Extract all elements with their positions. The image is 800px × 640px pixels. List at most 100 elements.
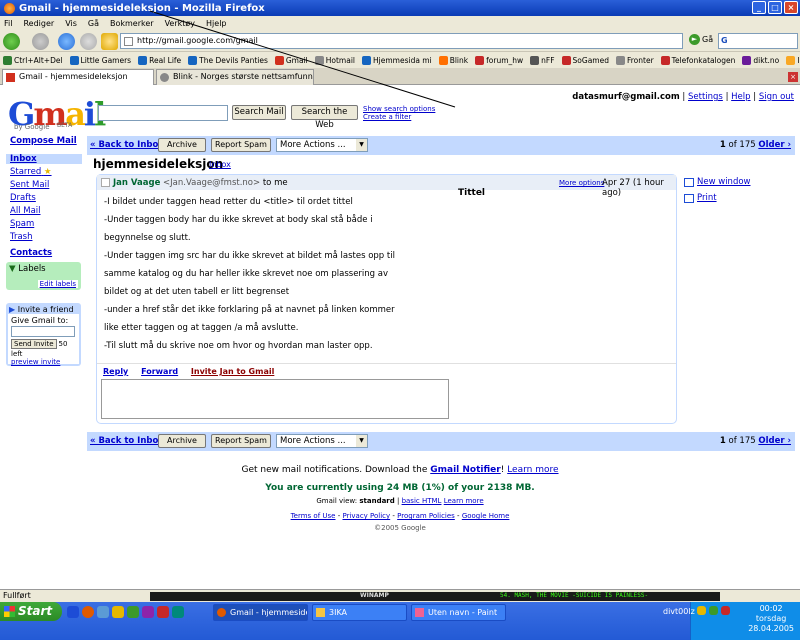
bookmark-item[interactable]: Fronter xyxy=(615,55,654,65)
sign-out-link[interactable]: Sign out xyxy=(759,92,794,102)
tray-icon[interactable] xyxy=(709,606,718,615)
bookmark-item[interactable]: Real Life xyxy=(138,55,181,65)
bookmark-item[interactable]: dikt.no xyxy=(742,55,779,65)
search-engine-box[interactable]: G xyxy=(718,33,798,49)
search-web-button[interactable]: Search the Web xyxy=(291,105,358,130)
new-window-link[interactable]: New window xyxy=(697,177,751,187)
show-search-options-link[interactable]: Show search options xyxy=(363,105,435,113)
help-link[interactable]: Help xyxy=(731,92,750,102)
report-spam-button[interactable]: Report Spam xyxy=(211,138,271,152)
more-actions-select[interactable]: More Actions ... ▼ xyxy=(276,138,368,152)
star-toggle-icon[interactable] xyxy=(101,178,110,187)
program-policies-link[interactable]: Program Policies xyxy=(397,512,455,520)
labels-header[interactable]: ▼ Labels xyxy=(6,262,81,276)
tray-icon[interactable] xyxy=(721,606,730,615)
menu-bookmarks[interactable]: Bokmerker xyxy=(110,19,154,28)
more-actions-select[interactable]: More Actions ... ▼ xyxy=(276,434,368,448)
sidebar-item-all-mail[interactable]: All Mail xyxy=(10,206,82,216)
bookmark-item[interactable]: Gmail xyxy=(274,55,308,65)
tray-icon[interactable] xyxy=(697,606,706,615)
archive-button[interactable]: Archive xyxy=(158,434,206,448)
report-spam-button[interactable]: Report Spam xyxy=(211,434,271,448)
maximize-button[interactable]: □ xyxy=(768,1,782,14)
compose-mail-link[interactable]: Compose Mail xyxy=(10,136,82,146)
bookmark-item[interactable]: Blink xyxy=(438,55,468,65)
quicklaunch-messenger-icon[interactable] xyxy=(112,606,124,618)
bookmark-item[interactable]: IMDB xyxy=(786,55,800,65)
contacts-link[interactable]: Contacts xyxy=(10,248,82,258)
bookmark-item[interactable]: Hotmail xyxy=(314,55,355,65)
settings-link[interactable]: Settings xyxy=(688,92,723,102)
tab-gmail[interactable]: Gmail - hjemmesideleksjon xyxy=(2,69,154,85)
create-filter-link[interactable]: Create a filter xyxy=(363,113,435,121)
older-link[interactable]: Older › xyxy=(758,436,791,446)
reply-link[interactable]: Reply xyxy=(103,367,128,376)
google-home-link[interactable]: Google Home xyxy=(462,512,510,520)
start-button[interactable]: Start xyxy=(0,602,62,621)
preview-invite-link[interactable]: preview invite xyxy=(11,358,76,366)
sidebar-item-starred[interactable]: Starred ★ xyxy=(10,167,82,177)
menu-view[interactable]: Vis xyxy=(65,19,77,28)
window-titlebar[interactable]: Gmail - hjemmesideleksjon - Mozilla Fire… xyxy=(0,0,800,16)
invite-email-input[interactable] xyxy=(11,326,75,337)
more-options-link[interactable]: More options xyxy=(559,179,604,187)
back-to-inbox-link[interactable]: « Back to Inbox xyxy=(90,140,164,150)
reload-icon[interactable] xyxy=(58,33,75,50)
stop-icon[interactable] xyxy=(80,33,97,50)
menu-file[interactable]: Fil xyxy=(4,19,12,28)
message-header[interactable]: Jan Vaage <Jan.Vaage@fmst.no> to me More… xyxy=(97,175,676,198)
task-paint[interactable]: Uten navn - Paint xyxy=(411,604,506,621)
send-invite-button[interactable]: Send Invite xyxy=(11,339,57,349)
quicklaunch-desktop-icon[interactable] xyxy=(97,606,109,618)
mail-search-input[interactable] xyxy=(98,105,228,121)
forward-arrow-icon[interactable] xyxy=(32,33,49,50)
menu-edit[interactable]: Rediger xyxy=(23,19,54,28)
print-link[interactable]: Print xyxy=(697,193,717,203)
quicklaunch-app3-icon[interactable] xyxy=(172,606,184,618)
bookmark-item[interactable]: SoGamed xyxy=(561,55,609,65)
bookmark-item[interactable]: Hjemmesida mi xyxy=(362,55,432,65)
invite-header[interactable]: ▶ Invite a friend xyxy=(9,305,78,314)
search-mail-button[interactable]: Search Mail xyxy=(232,105,286,120)
bookmark-item[interactable]: forum_hw xyxy=(475,55,523,65)
quicklaunch-firefox-icon[interactable] xyxy=(82,606,94,618)
quicklaunch-ie-icon[interactable] xyxy=(67,606,79,618)
sidebar-item-inbox[interactable]: Inbox xyxy=(6,154,82,164)
bookmark-item[interactable]: Ctrl+Alt+Del xyxy=(3,55,63,65)
menu-help[interactable]: Hjelp xyxy=(206,19,226,28)
quick-reply-textarea[interactable] xyxy=(101,379,449,419)
sidebar-item-spam[interactable]: Spam xyxy=(10,219,82,229)
sidebar-item-trash[interactable]: Trash xyxy=(10,232,82,242)
back-to-inbox-link[interactable]: « Back to Inbox xyxy=(90,436,164,446)
minimize-button[interactable]: _ xyxy=(752,1,766,14)
bookmark-item[interactable]: nFF xyxy=(530,55,555,65)
bookmark-item[interactable]: Telefonkatalogen xyxy=(660,55,735,65)
menu-tools[interactable]: Verktøy xyxy=(165,19,195,28)
bookmark-item[interactable]: The Devils Panties xyxy=(188,55,268,65)
go-button[interactable]: ► Gå xyxy=(689,34,713,45)
close-tab-icon[interactable]: × xyxy=(788,72,798,82)
url-bar[interactable]: http://gmail.google.com/gmail xyxy=(120,33,683,49)
winamp-bar[interactable]: WINAMP 54. MASH, THE MOVIE -SUICIDE IS P… xyxy=(150,592,720,601)
older-link[interactable]: Older › xyxy=(758,140,791,150)
bookmark-item[interactable]: Little Gamers xyxy=(69,55,131,65)
edit-labels-link[interactable]: Edit labels xyxy=(37,280,78,288)
archive-button[interactable]: Archive xyxy=(158,138,206,152)
sidebar-item-sent[interactable]: Sent Mail xyxy=(10,180,82,190)
thread-label-inbox[interactable]: Inbox xyxy=(209,160,231,169)
new-window-action[interactable]: New window xyxy=(684,177,751,187)
task-3ika[interactable]: 3IKA xyxy=(312,604,407,621)
home-icon[interactable] xyxy=(101,33,118,50)
close-button[interactable]: × xyxy=(784,1,798,14)
gmail-notifier-link[interactable]: Gmail Notifier xyxy=(430,465,500,475)
quicklaunch-app2-icon[interactable] xyxy=(157,606,169,618)
privacy-link[interactable]: Privacy Policy xyxy=(342,512,390,520)
quicklaunch-media-icon[interactable] xyxy=(142,606,154,618)
back-arrow-icon[interactable] xyxy=(3,33,20,50)
tab-blink[interactable]: Blink - Norges største nettsamfunn xyxy=(156,69,314,85)
clock[interactable]: 00:02 torsdag 28.04.2005 xyxy=(748,604,794,634)
quicklaunch-app-icon[interactable] xyxy=(127,606,139,618)
learn-more-link[interactable]: Learn more xyxy=(507,465,558,475)
task-gmail[interactable]: Gmail - hjemmesideleks... xyxy=(213,604,308,621)
print-action[interactable]: Print xyxy=(684,193,717,203)
